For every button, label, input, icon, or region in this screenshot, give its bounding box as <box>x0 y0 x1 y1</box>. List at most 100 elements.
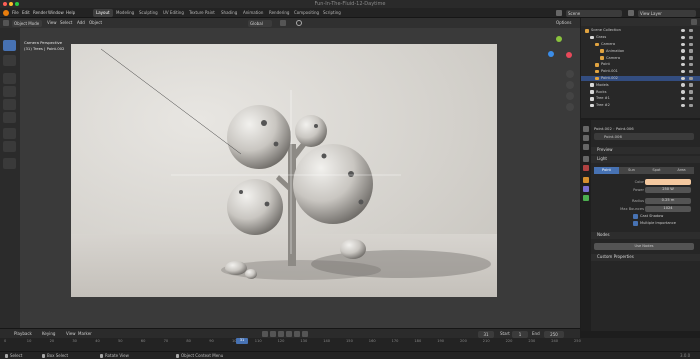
camera-frame[interactable] <box>71 44 497 297</box>
view-layer-icon[interactable] <box>628 10 634 16</box>
snap-icon[interactable] <box>280 20 286 26</box>
object-properties-tab-icon[interactable] <box>583 177 589 183</box>
menu-edit[interactable]: Edit <box>22 10 30 15</box>
scene-properties-tab-icon[interactable] <box>583 156 589 162</box>
measure-tool-icon[interactable] <box>3 141 16 152</box>
multiple-importance-checkbox[interactable] <box>633 221 638 226</box>
end-frame-field[interactable]: 250 <box>544 330 564 338</box>
tab-animation[interactable]: Animation <box>240 9 266 17</box>
output-properties-tab-icon[interactable] <box>583 144 589 150</box>
tab-rendering[interactable]: Rendering <box>266 9 292 17</box>
outliner-filter-icon[interactable] <box>691 19 697 25</box>
visibility-eye-icon[interactable] <box>681 56 685 60</box>
render-visibility-icon[interactable] <box>689 56 693 60</box>
timeline-menu-view[interactable]: View <box>66 331 76 336</box>
visibility-eye-icon[interactable] <box>681 42 685 46</box>
visibility-eye-icon[interactable] <box>681 90 685 94</box>
cursor-tool-icon[interactable] <box>3 55 16 66</box>
tab-scripting[interactable]: Scripting <box>320 9 344 17</box>
render-properties-tab-icon[interactable] <box>583 135 589 141</box>
custom-properties-panel-header[interactable]: Custom Properties <box>591 254 700 261</box>
visibility-eye-icon[interactable] <box>681 83 685 87</box>
render-visibility-icon[interactable] <box>689 83 693 87</box>
mode-selector[interactable]: Object Mode <box>12 19 42 27</box>
scale-tool-icon[interactable] <box>3 99 16 110</box>
tab-uv-editing[interactable]: UV Editing <box>160 9 187 17</box>
viewport-menu-view[interactable]: View <box>47 20 57 25</box>
world-properties-tab-icon[interactable] <box>583 165 589 171</box>
render-visibility-icon[interactable] <box>689 35 693 40</box>
menu-window[interactable]: Window <box>48 10 64 15</box>
render-visibility-icon[interactable] <box>689 103 693 108</box>
outliner-row[interactable]: Rocks <box>581 89 700 95</box>
transform-tool-icon[interactable] <box>3 112 16 123</box>
render-visibility-icon[interactable] <box>689 49 693 53</box>
light-panel-header[interactable]: Light <box>591 156 700 163</box>
select-box-tool-icon[interactable] <box>3 40 16 51</box>
light-data-tab-icon[interactable] <box>583 195 589 201</box>
visibility-eye-icon[interactable] <box>681 35 685 40</box>
outliner-row[interactable]: Scene Collection <box>581 28 700 34</box>
render-visibility-icon[interactable] <box>689 42 693 46</box>
gizmo-y-axis-icon[interactable] <box>556 36 562 42</box>
outliner-row[interactable]: Models <box>581 82 700 88</box>
radius-field[interactable]: 0.25 m <box>645 198 691 204</box>
viewport-menu-add[interactable]: Add <box>77 20 85 25</box>
constraints-tab-icon[interactable] <box>583 186 589 192</box>
menu-help[interactable]: Help <box>66 10 75 15</box>
light-type-area[interactable]: Area <box>669 167 694 174</box>
preview-panel-header[interactable]: Preview <box>591 147 700 154</box>
play-reverse-icon[interactable] <box>278 331 284 337</box>
jump-end-icon[interactable] <box>302 331 308 337</box>
outliner-row[interactable]: Animation <box>581 48 700 54</box>
render-visibility-icon[interactable] <box>689 29 693 33</box>
visibility-eye-icon[interactable] <box>681 69 685 74</box>
play-icon[interactable] <box>286 331 292 337</box>
menu-render[interactable]: Render <box>33 10 47 15</box>
start-frame-field[interactable]: 1 <box>512 330 528 338</box>
camera-view-icon[interactable] <box>566 92 574 100</box>
light-type-spot[interactable]: Spot <box>644 167 669 174</box>
pan-view-icon[interactable] <box>566 81 574 89</box>
step-back-icon[interactable] <box>270 331 276 337</box>
tab-layout[interactable]: Layout <box>93 9 113 17</box>
outliner-row[interactable]: Camera <box>581 55 700 61</box>
proportional-edit-icon[interactable] <box>296 20 302 26</box>
render-visibility-icon[interactable] <box>689 69 693 74</box>
light-datablock-field[interactable]: Point.006 <box>594 133 694 140</box>
tab-shading[interactable]: Shading <box>218 9 240 17</box>
visibility-eye-icon[interactable] <box>681 29 685 33</box>
render-visibility-icon[interactable] <box>689 76 693 80</box>
annotate-tool-icon[interactable] <box>3 128 16 139</box>
power-field[interactable]: 250 W <box>645 187 691 193</box>
step-forward-icon[interactable] <box>294 331 300 337</box>
tab-modeling[interactable]: Modeling <box>113 9 137 17</box>
playhead[interactable]: 31 <box>236 338 248 344</box>
render-visibility-icon[interactable] <box>689 63 693 67</box>
view-layer-selector[interactable]: View Layer <box>638 9 696 17</box>
gizmo-x-axis-icon[interactable] <box>566 52 572 58</box>
tool-properties-tab-icon[interactable] <box>583 126 589 132</box>
visibility-eye-icon[interactable] <box>681 76 685 80</box>
light-color-swatch[interactable] <box>645 179 691 185</box>
outliner-row[interactable]: Point.001 <box>581 69 700 75</box>
add-cube-tool-icon[interactable] <box>3 158 16 169</box>
perspective-toggle-icon[interactable] <box>566 103 574 111</box>
rotate-tool-icon[interactable] <box>3 86 16 97</box>
viewport-menu-object[interactable]: Object <box>89 20 102 25</box>
outliner-row[interactable]: Point.002 <box>581 75 700 82</box>
timeline-menu-playback[interactable]: Playback <box>14 331 32 336</box>
use-nodes-button[interactable]: Use Nodes <box>594 243 694 250</box>
outliner-row[interactable]: Point <box>581 62 700 68</box>
jump-start-icon[interactable] <box>262 331 268 337</box>
cast-shadow-checkbox[interactable] <box>633 214 638 219</box>
editor-type-icon[interactable] <box>3 20 9 26</box>
navigation-gizmo[interactable] <box>544 36 574 66</box>
outliner-row[interactable]: Tree #2 <box>581 103 700 109</box>
transform-orientation-selector[interactable]: Global <box>248 19 272 27</box>
scene-icon[interactable] <box>556 10 562 16</box>
gizmo-z-axis-icon[interactable] <box>548 51 554 57</box>
visibility-eye-icon[interactable] <box>681 63 685 67</box>
options-menu[interactable]: Options <box>556 20 571 25</box>
visibility-eye-icon[interactable] <box>681 103 685 108</box>
